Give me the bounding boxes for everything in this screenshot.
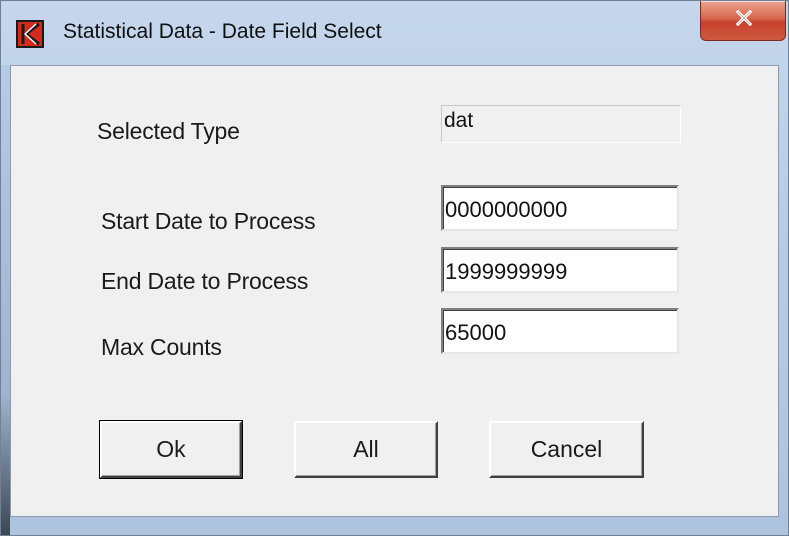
dialog-window: Statistical Data - Date Field Select Sel…	[0, 0, 789, 536]
ok-button[interactable]: Ok	[99, 420, 243, 479]
end-date-input[interactable]	[441, 247, 679, 293]
window-frame-edge	[1, 65, 10, 535]
selected-type-value: dat	[441, 105, 681, 143]
max-counts-input[interactable]	[441, 308, 679, 354]
start-date-label: Start Date to Process	[101, 208, 316, 234]
start-date-input[interactable]	[441, 185, 679, 231]
end-date-label: End Date to Process	[101, 268, 309, 294]
dialog-body: Selected Type dat Start Date to Process …	[10, 65, 779, 517]
window-title: Statistical Data - Date Field Select	[63, 20, 382, 43]
close-icon	[735, 9, 753, 27]
max-counts-label: Max Counts	[101, 334, 222, 360]
selected-type-label: Selected Type	[97, 118, 240, 144]
all-button[interactable]: All	[294, 421, 438, 478]
cancel-button[interactable]: Cancel	[489, 421, 644, 478]
title-bar[interactable]: Statistical Data - Date Field Select	[1, 1, 788, 65]
k-logo-icon	[16, 20, 44, 48]
close-button[interactable]	[700, 1, 786, 41]
